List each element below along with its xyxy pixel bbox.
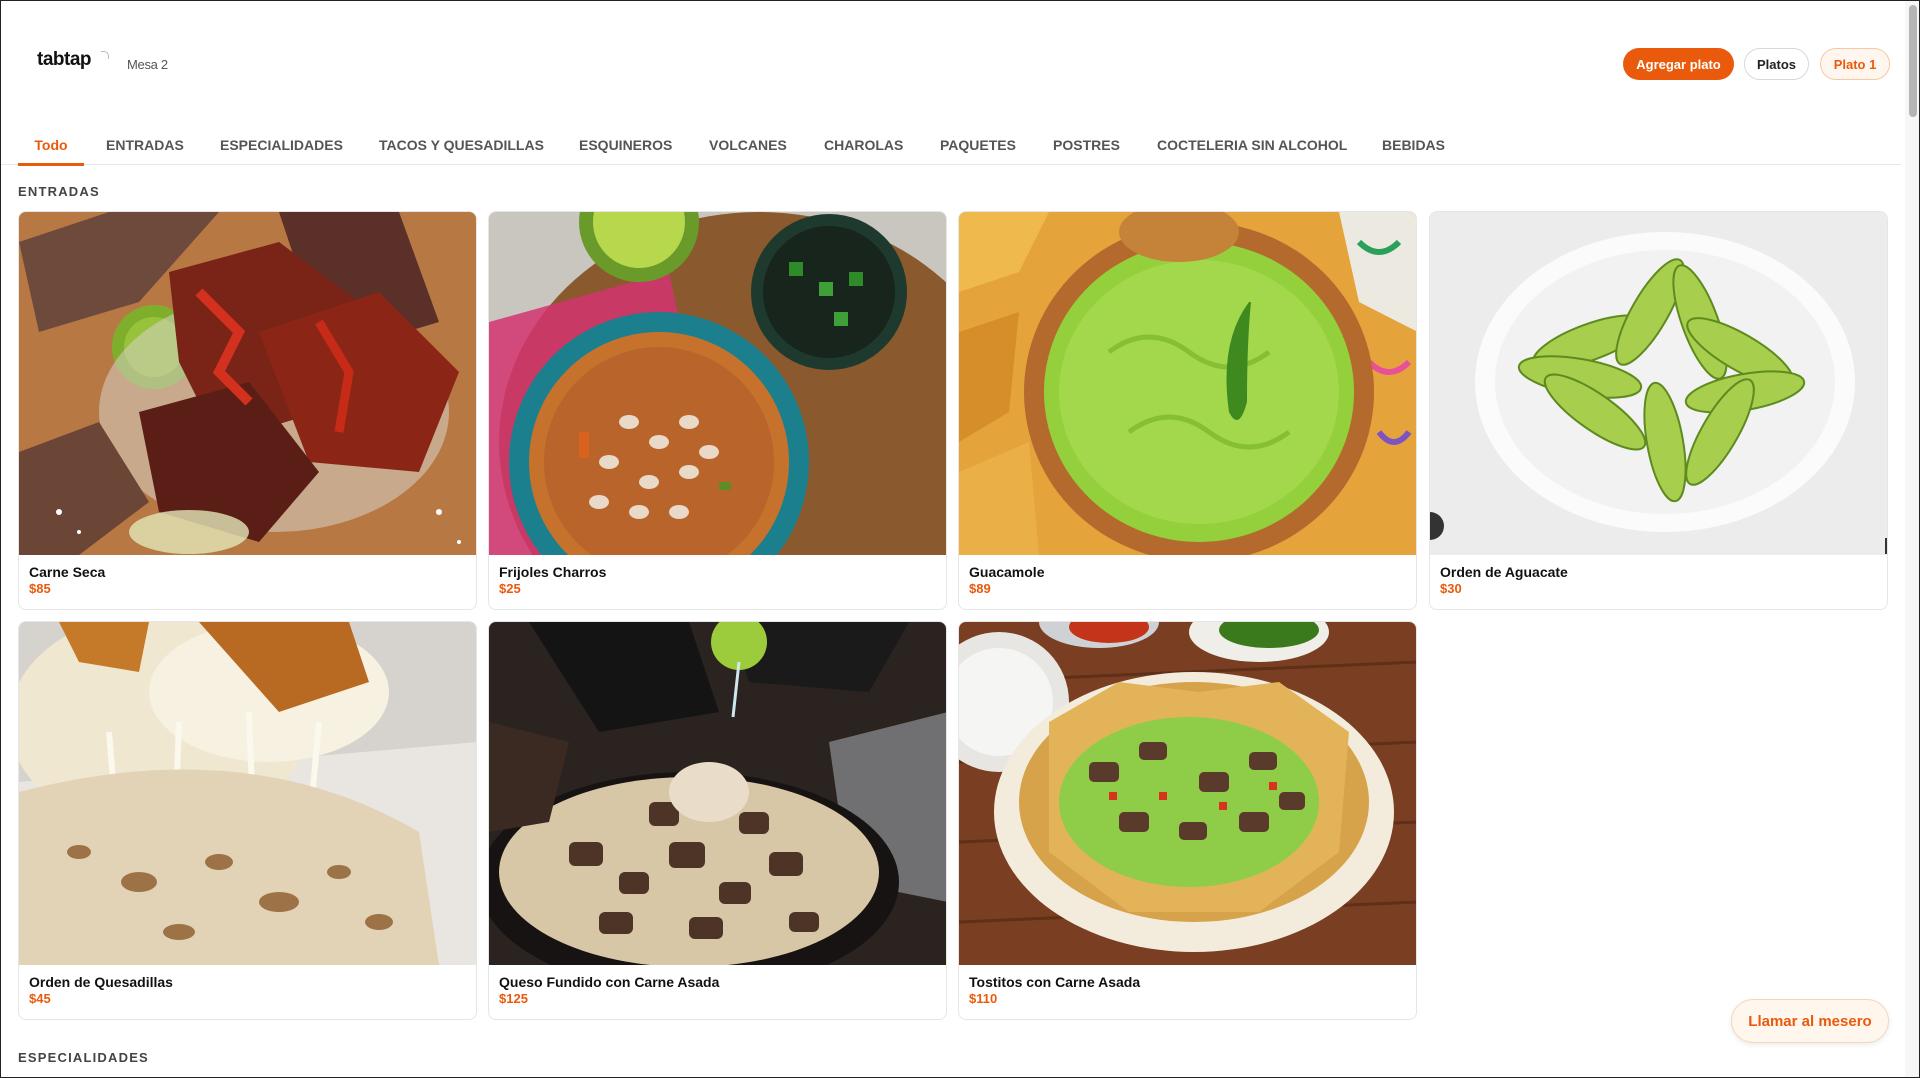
menu-item-price: $125 [499, 991, 528, 1006]
tab-paquetes[interactable]: PAQUETES [940, 127, 1016, 165]
menu-item-name: Queso Fundido con Carne Asada [499, 974, 720, 990]
plate-1-button[interactable]: Plato 1 [1820, 48, 1890, 80]
queso-fundido-photo [489, 622, 946, 965]
menu-item-name: Guacamole [969, 564, 1045, 580]
section-title-especialidades: ESPECIALIDADES [18, 1050, 149, 1065]
table-label: Mesa 2 [127, 57, 168, 72]
menu-item-price: $30 [1440, 581, 1462, 596]
tab-cocteleria-sin-alcohol[interactable]: COCTELERIA SIN ALCOHOL [1157, 127, 1347, 165]
bean-soup-photo [489, 212, 946, 555]
logo-mark-icon [101, 51, 109, 59]
menu-item-card[interactable]: Queso Fundido con Carne Asada $125 [488, 621, 947, 1020]
menu-item-card[interactable]: Tostitos con Carne Asada $110 [958, 621, 1417, 1020]
scrollbar-thumb[interactable] [1909, 5, 1917, 117]
dried-beef-photo [19, 212, 476, 555]
header: tabtap Mesa 2 Agregar plato Platos Plato… [1, 1, 1901, 127]
guacamole-photo [959, 212, 1416, 555]
menu-item-price: $45 [29, 991, 51, 1006]
section-title-entradas: ENTRADAS [18, 184, 100, 199]
tab-tacos-y-quesadillas[interactable]: TACOS Y QUESADILLAS [379, 127, 544, 165]
menu-item-card[interactable]: Carne Seca $85 [18, 211, 477, 610]
menu-item-name: Frijoles Charros [499, 564, 607, 580]
menu-item-price: $85 [29, 581, 51, 596]
tab-especialidades[interactable]: ESPECIALIDADES [220, 127, 343, 165]
menu-item-card[interactable]: Orden de Quesadillas $45 [18, 621, 477, 1020]
menu-item-name: Orden de Aguacate [1440, 564, 1568, 580]
category-tabs: Todo ENTRADAS ESPECIALIDADES TACOS Y QUE… [1, 127, 1901, 166]
tab-todo[interactable]: Todo [18, 127, 84, 166]
menu-item-name: Orden de Quesadillas [29, 974, 173, 990]
nachos-photo [959, 622, 1416, 965]
logo[interactable]: tabtap [37, 49, 92, 71]
tab-postres[interactable]: POSTRES [1053, 127, 1120, 165]
tab-entradas[interactable]: ENTRADAS [106, 127, 184, 165]
menu-item-name: Carne Seca [29, 564, 106, 580]
scrollbar-track[interactable] [1905, 1, 1919, 1077]
plates-button[interactable]: Platos [1744, 48, 1809, 80]
app-window: tabtap Mesa 2 Agregar plato Platos Plato… [0, 0, 1920, 1078]
menu-item-name: Tostitos con Carne Asada [969, 974, 1141, 990]
menu-item-card[interactable]: Guacamole $89 [958, 211, 1417, 610]
menu-item-price: $25 [499, 581, 521, 596]
tab-volcanes[interactable]: VOLCANES [709, 127, 787, 165]
sliced-avocado-photo [1430, 212, 1887, 555]
menu-item-price: $89 [969, 581, 991, 596]
quesadilla-photo [19, 622, 476, 965]
add-plate-button[interactable]: Agregar plato [1623, 48, 1734, 80]
menu-item-card[interactable]: Orden de Aguacate $30 [1429, 211, 1888, 610]
call-waiter-button[interactable]: Llamar al mesero [1731, 999, 1889, 1043]
tab-bebidas[interactable]: BEBIDAS [1382, 127, 1445, 165]
tab-esquineros[interactable]: ESQUINEROS [579, 127, 672, 165]
menu-item-card[interactable]: Frijoles Charros $25 [488, 211, 947, 610]
tab-charolas[interactable]: CHAROLAS [824, 127, 903, 165]
menu-item-price: $110 [969, 991, 998, 1006]
